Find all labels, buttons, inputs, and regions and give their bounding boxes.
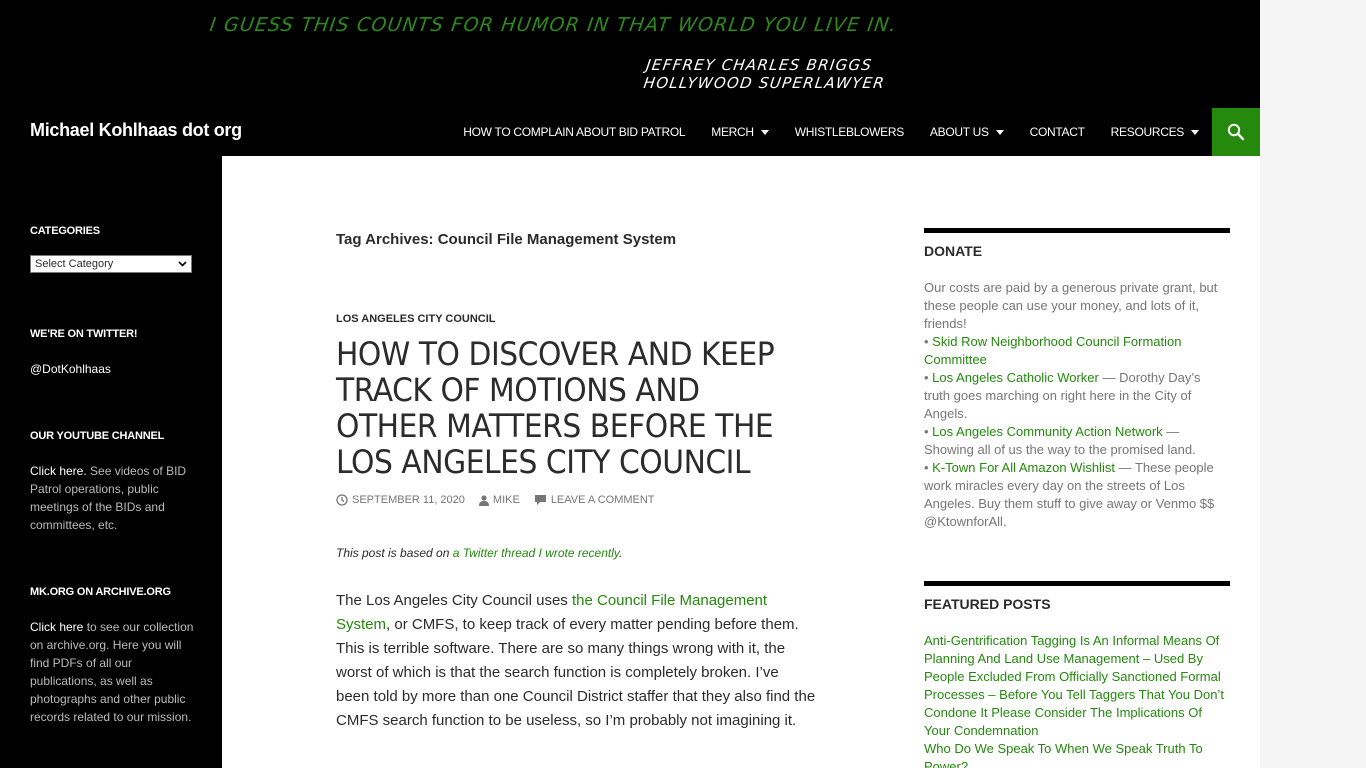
comment-text: LEAVE A COMMENT bbox=[550, 494, 655, 506]
post-category-link[interactable]: LOS ANGELES CITY COUNCIL bbox=[336, 313, 496, 325]
featured-post-link[interactable]: Who Do We Speak To When We Speak Truth T… bbox=[924, 741, 1203, 768]
nav-label: HOW TO COMPLAIN ABOUT BID PATROL bbox=[463, 125, 686, 139]
donate-item: • Skid Row Neighborhood Council Formatio… bbox=[924, 334, 1182, 367]
nav-label: MERCH bbox=[711, 125, 754, 139]
search-icon bbox=[1227, 123, 1245, 141]
banner-quote: I guess this counts for humor in that wo… bbox=[208, 14, 899, 36]
select-value: Select Category bbox=[35, 258, 114, 270]
caret-down-icon bbox=[995, 129, 1004, 135]
post-meta: SEPTEMBER 11, 2020 MIKE LEAVE A COMMENT bbox=[336, 494, 655, 506]
widget-title: WE'RE ON TWITTER! bbox=[30, 328, 138, 340]
featured-post: Who Do We Speak To When We Speak Truth T… bbox=[924, 740, 1230, 768]
featured-post: Anti-Gentrification Tagging Is An Inform… bbox=[924, 632, 1230, 740]
donate-link[interactable]: K-Town For All Amazon Wishlist bbox=[932, 460, 1115, 475]
archive-title: Tag Archives: Council File Management Sy… bbox=[336, 231, 677, 248]
featured-post-link[interactable]: Anti-Gentrification Tagging Is An Inform… bbox=[924, 633, 1224, 738]
nav-resources[interactable]: RESOURCES bbox=[1098, 108, 1212, 156]
banner-attribution: Jeffrey Charles Briggs Hollywood Superla… bbox=[642, 56, 888, 92]
donate-text: Our costs are paid by a generous private… bbox=[924, 279, 1230, 531]
widget-title: DONATE bbox=[924, 243, 983, 259]
twitter-widget: WE'RE ON TWITTER! @DotKohlhaas bbox=[30, 328, 195, 378]
post-author[interactable]: MIKE bbox=[478, 494, 520, 506]
nav-whistleblowers[interactable]: WHISTLEBLOWERS bbox=[782, 108, 917, 156]
donate-link[interactable]: Los Angeles Catholic Worker bbox=[932, 370, 1099, 385]
body-suffix: , or CMFS, to keep track of every matter… bbox=[336, 616, 816, 729]
donate-item: • K-Town For All Amazon Wishlist — These… bbox=[924, 460, 1215, 529]
masthead: Michael Kohlhaas dot org HOW TO COMPLAIN… bbox=[0, 108, 1260, 156]
youtube-link[interactable]: Click here. bbox=[30, 464, 87, 478]
comment-icon bbox=[534, 495, 546, 505]
donate-link[interactable]: Skid Row Neighborhood Council Formation … bbox=[924, 334, 1181, 367]
search-button[interactable] bbox=[1212, 108, 1260, 156]
featured-posts-widget: FEATURED POSTS Anti-Gentrification Taggi… bbox=[924, 581, 1230, 768]
archive-link[interactable]: Click here bbox=[30, 620, 83, 634]
site-title[interactable]: Michael Kohlhaas dot org bbox=[30, 120, 242, 141]
leave-comment-link[interactable]: LEAVE A COMMENT bbox=[534, 494, 655, 506]
left-sidebar: CATEGORIES Select Category WE'RE ON TWIT… bbox=[0, 156, 222, 768]
donate-intro: Our costs are paid by a generous private… bbox=[924, 280, 1218, 331]
nav-label: RESOURCES bbox=[1110, 125, 1185, 139]
user-icon bbox=[478, 494, 489, 506]
widget-title: FEATURED POSTS bbox=[924, 596, 1051, 612]
primary-nav: HOW TO COMPLAIN ABOUT BID PATROL MERCH W… bbox=[450, 108, 1212, 156]
post-intro: This post is based on a Twitter thread I… bbox=[336, 546, 622, 560]
intro-suffix: . bbox=[619, 546, 623, 560]
youtube-text: Click here. See videos of BID Patrol ope… bbox=[30, 462, 195, 534]
donate-item: • Los Angeles Catholic Worker — Dorothy … bbox=[924, 370, 1201, 421]
archive-desc: to see our collection on archive.org. He… bbox=[30, 620, 194, 724]
date-text: SEPTEMBER 11, 2020 bbox=[352, 494, 465, 506]
donate-widget: DONATE Our costs are paid by a generous … bbox=[924, 228, 1230, 531]
post-date[interactable]: SEPTEMBER 11, 2020 bbox=[336, 494, 465, 506]
nav-label: CONTACT bbox=[1029, 125, 1085, 139]
twitter-thread-link[interactable]: a Twitter thread I wrote recently bbox=[453, 546, 619, 560]
widget-title: MK.ORG ON ARCHIVE.ORG bbox=[30, 586, 171, 598]
nav-about-us[interactable]: ABOUT US bbox=[917, 108, 1017, 156]
nav-how-to-complain[interactable]: HOW TO COMPLAIN ABOUT BID PATROL bbox=[450, 108, 698, 156]
caret-down-icon bbox=[1191, 129, 1199, 135]
categories-widget: CATEGORIES Select Category bbox=[30, 225, 195, 273]
intro-prefix: This post is based on bbox=[336, 546, 453, 560]
widget-title: OUR YOUTUBE CHANNEL bbox=[30, 430, 165, 442]
clock-icon bbox=[336, 494, 348, 506]
nav-contact[interactable]: CONTACT bbox=[1017, 108, 1098, 156]
attribution-title: Hollywood Superlawyer bbox=[642, 74, 887, 92]
widget-title: CATEGORIES bbox=[30, 225, 100, 237]
page: I guess this counts for humor in that wo… bbox=[0, 0, 1260, 768]
chevron-down-icon bbox=[178, 261, 187, 267]
archive-widget: MK.ORG ON ARCHIVE.ORG Click here to see … bbox=[30, 586, 195, 726]
nav-label: WHISTLEBLOWERS bbox=[794, 125, 904, 139]
nav-merch[interactable]: MERCH bbox=[698, 108, 782, 156]
featured-list: Anti-Gentrification Tagging Is An Inform… bbox=[924, 632, 1230, 768]
donate-link[interactable]: Los Angeles Community Action Network bbox=[932, 424, 1163, 439]
category-select[interactable]: Select Category bbox=[30, 255, 192, 273]
attribution-name: Jeffrey Charles Briggs bbox=[645, 56, 874, 74]
widget-divider bbox=[924, 581, 1230, 586]
body-prefix: The Los Angeles City Council uses bbox=[336, 592, 572, 609]
twitter-handle[interactable]: @DotKohlhaas bbox=[30, 360, 195, 378]
archive-text: Click here to see our collection on arch… bbox=[30, 618, 195, 726]
caret-down-icon bbox=[760, 129, 769, 135]
youtube-widget: OUR YOUTUBE CHANNEL Click here. See vide… bbox=[30, 430, 195, 534]
main-content: Tag Archives: Council File Management Sy… bbox=[222, 156, 1260, 768]
header-banner: I guess this counts for humor in that wo… bbox=[0, 0, 1260, 108]
post-title[interactable]: HOW TO DISCOVER AND KEEP TRACK OF MOTION… bbox=[336, 336, 782, 480]
widget-divider bbox=[924, 228, 1230, 233]
donate-item: • Los Angeles Community Action Network —… bbox=[924, 424, 1196, 457]
nav-label: ABOUT US bbox=[929, 125, 989, 139]
post-body: The Los Angeles City Council uses the Co… bbox=[336, 589, 816, 733]
author-text: MIKE bbox=[492, 494, 520, 506]
